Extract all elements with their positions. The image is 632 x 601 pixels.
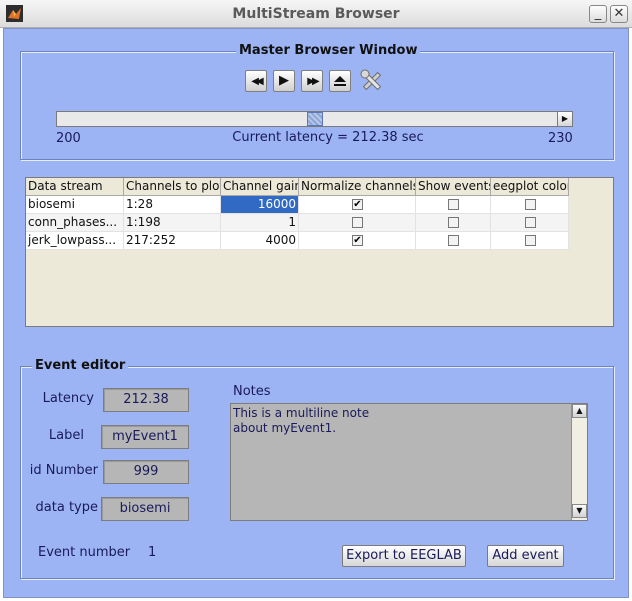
table-row-1-show-events-checkbox[interactable] [448, 199, 459, 210]
table-row-1-stream[interactable]: biosemi [26, 196, 124, 214]
current-latency-text: Current latency = 212.38 sec [232, 130, 424, 145]
id-number-label: id Number [29, 463, 98, 478]
settings-tools-icon [359, 69, 385, 97]
add-event-button[interactable]: Add event [487, 545, 564, 567]
table-row-3-show-events-checkbox[interactable] [448, 235, 459, 246]
minimize-icon: _ [594, 6, 602, 21]
slider-min-label: 200 [56, 131, 81, 146]
fast-forward-icon: ▶▶ [307, 76, 320, 87]
table-row-3-gain[interactable]: 4000 [221, 232, 299, 250]
window-title: MultiStream Browser [232, 6, 400, 22]
data-type-field[interactable]: biosemi [101, 497, 189, 521]
table-row-2-color-checkbox[interactable] [525, 217, 536, 228]
scroll-down-arrow[interactable]: ▼ [572, 504, 587, 518]
table-row-2-channels[interactable]: 1:198 [124, 214, 221, 232]
event-number-label: Event number [38, 545, 131, 560]
table-row-2-gain[interactable]: 1 [221, 214, 299, 232]
table-row-1-normalize-checkbox[interactable]: ✔ [352, 199, 363, 210]
label-label: Label [48, 428, 84, 443]
table-row-1-color-checkbox[interactable] [525, 199, 536, 210]
master-browser-title: Master Browser Window [236, 42, 421, 60]
header-channel-gain[interactable]: Channel gain [221, 178, 299, 196]
close-icon: ✕ [613, 6, 625, 21]
table-row-3-stream[interactable]: jerk_lowpass... [26, 232, 124, 250]
table-row-3-color-checkbox[interactable] [525, 235, 536, 246]
play-button[interactable]: ▶ [273, 70, 295, 92]
table-row-3-normalize-checkbox[interactable]: ✔ [352, 235, 363, 246]
export-to-eeglab-button[interactable]: Export to EEGLAB [342, 545, 466, 567]
table-row-2-stream[interactable]: conn_phases... [26, 214, 124, 232]
header-data-stream[interactable]: Data stream [26, 178, 124, 196]
rewind-icon: ◀◀ [251, 76, 264, 87]
label-field[interactable]: myEvent1 [101, 425, 189, 449]
eject-button[interactable] [329, 70, 351, 92]
notes-line-1: This is a multiline note [233, 406, 370, 420]
latency-label: Latency [42, 391, 94, 406]
table-row-3-channels[interactable]: 217:252 [124, 232, 221, 250]
rewind-button[interactable]: ◀◀ [245, 70, 267, 92]
event-editor-title: Event editor [32, 357, 129, 375]
data-type-label: data type [35, 500, 98, 515]
event-number-value: 1 [148, 545, 157, 560]
table-row-2-show-events-checkbox[interactable] [448, 217, 459, 228]
slider-thumb[interactable] [307, 112, 323, 126]
table-row-2-normalize-checkbox[interactable] [352, 217, 363, 228]
header-channels-to-plot[interactable]: Channels to plot [124, 178, 221, 196]
id-number-field[interactable]: 999 [103, 460, 189, 484]
header-eegplot-color[interactable]: eegplot color [491, 178, 569, 196]
notes-label: Notes [233, 384, 271, 399]
table-row-1-channels[interactable]: 1:28 [124, 196, 221, 214]
slider-max-label: 230 [548, 131, 573, 146]
header-show-events[interactable]: Show events [416, 178, 491, 196]
settings-tools-button[interactable] [359, 69, 385, 93]
notes-line-2: about myEvent1. [233, 421, 337, 435]
close-button[interactable]: ✕ [610, 5, 628, 23]
slider-right-arrow[interactable]: ▶ [557, 111, 573, 127]
table-row-1-gain[interactable]: 16000 [221, 196, 299, 214]
eject-icon [333, 76, 347, 92]
minimize-button[interactable]: _ [589, 5, 607, 23]
header-normalize-channels[interactable]: Normalize channels [299, 178, 416, 196]
notes-content[interactable]: This is a multiline note about myEvent1. [233, 406, 569, 436]
play-icon: ▶ [279, 73, 289, 88]
latency-field[interactable]: 212.38 [103, 388, 189, 412]
notes-textarea[interactable]: This is a multiline note about myEvent1.… [230, 403, 588, 521]
scroll-up-arrow[interactable]: ▲ [572, 404, 587, 418]
fast-forward-button[interactable]: ▶▶ [301, 70, 323, 92]
notes-scrollbar[interactable]: ▲ ▼ [571, 404, 587, 520]
